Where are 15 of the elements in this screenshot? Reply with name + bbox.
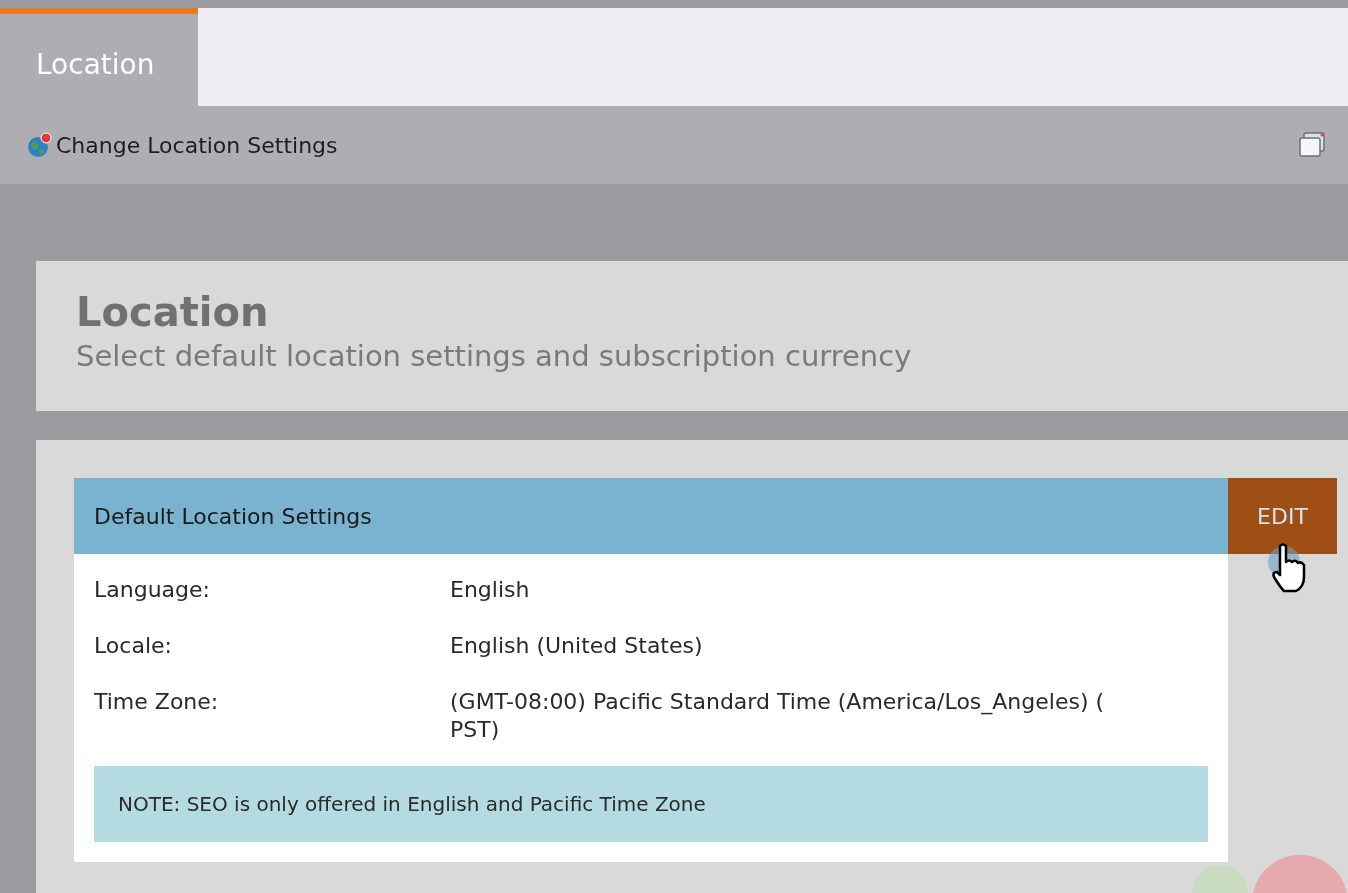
page-title: Location: [76, 289, 270, 335]
field-value: English: [450, 576, 531, 604]
toolbar-title[interactable]: Change Location Settings: [56, 132, 1294, 158]
windows-icon[interactable]: [1298, 130, 1328, 160]
field-value: (GMT-08:00) Pacific Standard Time (America/Los_Angeles) ( PST): [450, 688, 1106, 744]
field-label: Time Zone:: [94, 688, 220, 716]
page-subtitle: Select default location settings and subscription currency: [76, 339, 913, 373]
tab[interactable]: Location: [0, 8, 198, 106]
field-label: Locale:: [94, 632, 173, 660]
field-label: Language:: [94, 576, 211, 604]
panel-header: Default Location Settings: [74, 478, 1228, 554]
note-banner: NOTE: SEO is only offered in English and Pacific Time Zone: [94, 766, 1208, 842]
edit-button[interactable]: EDIT: [1228, 478, 1337, 554]
globe-icon: [26, 132, 52, 158]
field-value: English (United States): [450, 632, 704, 660]
